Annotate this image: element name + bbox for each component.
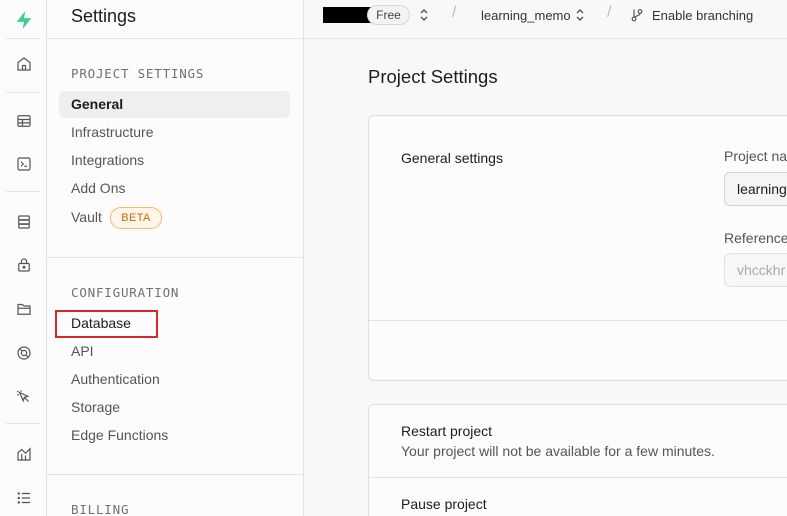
breadcrumb-separator: / xyxy=(452,4,457,21)
menu-item-api[interactable]: API xyxy=(71,342,94,360)
rail-divider xyxy=(6,191,40,192)
menu-item-add-ons[interactable]: Add Ons xyxy=(71,179,125,197)
menu-item-general[interactable]: General xyxy=(71,95,123,113)
project-actions-card: Restart project Your project will not be… xyxy=(368,404,787,516)
pause-project-title: Pause project xyxy=(401,496,487,512)
breadcrumb-separator: / xyxy=(607,4,612,21)
git-branch-icon xyxy=(631,9,643,22)
beta-badge: BETA xyxy=(110,207,162,229)
sql-editor-icon[interactable] xyxy=(7,147,40,180)
project-name-label: Project na xyxy=(724,148,787,164)
general-settings-card: General settings Project na learning Ref… xyxy=(368,115,787,381)
top-bar: Free / learning_memo / Enable branching xyxy=(304,0,787,39)
realtime-icon[interactable] xyxy=(7,336,40,369)
table-editor-icon[interactable] xyxy=(7,104,40,137)
menu-divider xyxy=(47,474,303,475)
restart-project-description: Your project will not be available for a… xyxy=(401,443,715,459)
card-footer-divider xyxy=(369,320,787,321)
auth-lock-icon[interactable] xyxy=(7,248,40,281)
reports-icon[interactable] xyxy=(7,437,40,470)
rail-divider xyxy=(6,92,40,93)
menu-item-storage[interactable]: Storage xyxy=(71,398,120,416)
enable-branching-button[interactable]: Enable branching xyxy=(652,8,753,23)
menu-item-edge-functions[interactable]: Edge Functions xyxy=(71,426,168,444)
plan-badge: Free xyxy=(367,5,410,25)
app-root: Settings PROJECT SETTINGS General Infras… xyxy=(0,0,787,516)
reference-id-field[interactable]: vhcckhr xyxy=(724,253,787,287)
logs-icon[interactable] xyxy=(7,481,40,514)
section-heading-project-settings: PROJECT SETTINGS xyxy=(71,66,205,81)
organization-name-redacted[interactable] xyxy=(323,7,371,23)
menu-header: Settings xyxy=(47,0,303,39)
rail-divider xyxy=(6,423,40,424)
icon-rail xyxy=(0,0,47,516)
org-switcher-chevron-icon[interactable] xyxy=(419,8,429,22)
rail-divider xyxy=(6,38,40,39)
project-name-input[interactable]: learning xyxy=(724,172,787,206)
reference-id-label: Reference xyxy=(724,230,787,246)
project-selector[interactable]: learning_memo xyxy=(481,8,571,23)
menu-item-infrastructure[interactable]: Infrastructure xyxy=(71,123,153,141)
storage-icon[interactable] xyxy=(7,292,40,325)
home-icon[interactable] xyxy=(7,47,40,80)
menu-item-database[interactable]: Database xyxy=(71,314,131,332)
settings-menu: Settings PROJECT SETTINGS General Infras… xyxy=(47,0,304,516)
restart-project-title: Restart project xyxy=(401,423,493,439)
section-heading-billing: BILLING xyxy=(71,502,130,516)
section-heading-configuration: CONFIGURATION xyxy=(71,285,180,300)
page-title: Project Settings xyxy=(368,66,498,87)
project-switcher-chevron-icon[interactable] xyxy=(575,8,585,22)
database-icon[interactable] xyxy=(7,205,40,238)
card-divider xyxy=(369,477,787,478)
menu-item-authentication[interactable]: Authentication xyxy=(71,370,160,388)
menu-divider xyxy=(47,257,303,258)
general-settings-label: General settings xyxy=(401,150,503,166)
supabase-logo-icon[interactable] xyxy=(7,3,40,36)
menu-item-vault[interactable]: Vault xyxy=(71,208,102,226)
menu-title: Settings xyxy=(71,6,137,26)
edge-functions-icon[interactable] xyxy=(7,380,40,413)
menu-item-integrations[interactable]: Integrations xyxy=(71,151,144,169)
